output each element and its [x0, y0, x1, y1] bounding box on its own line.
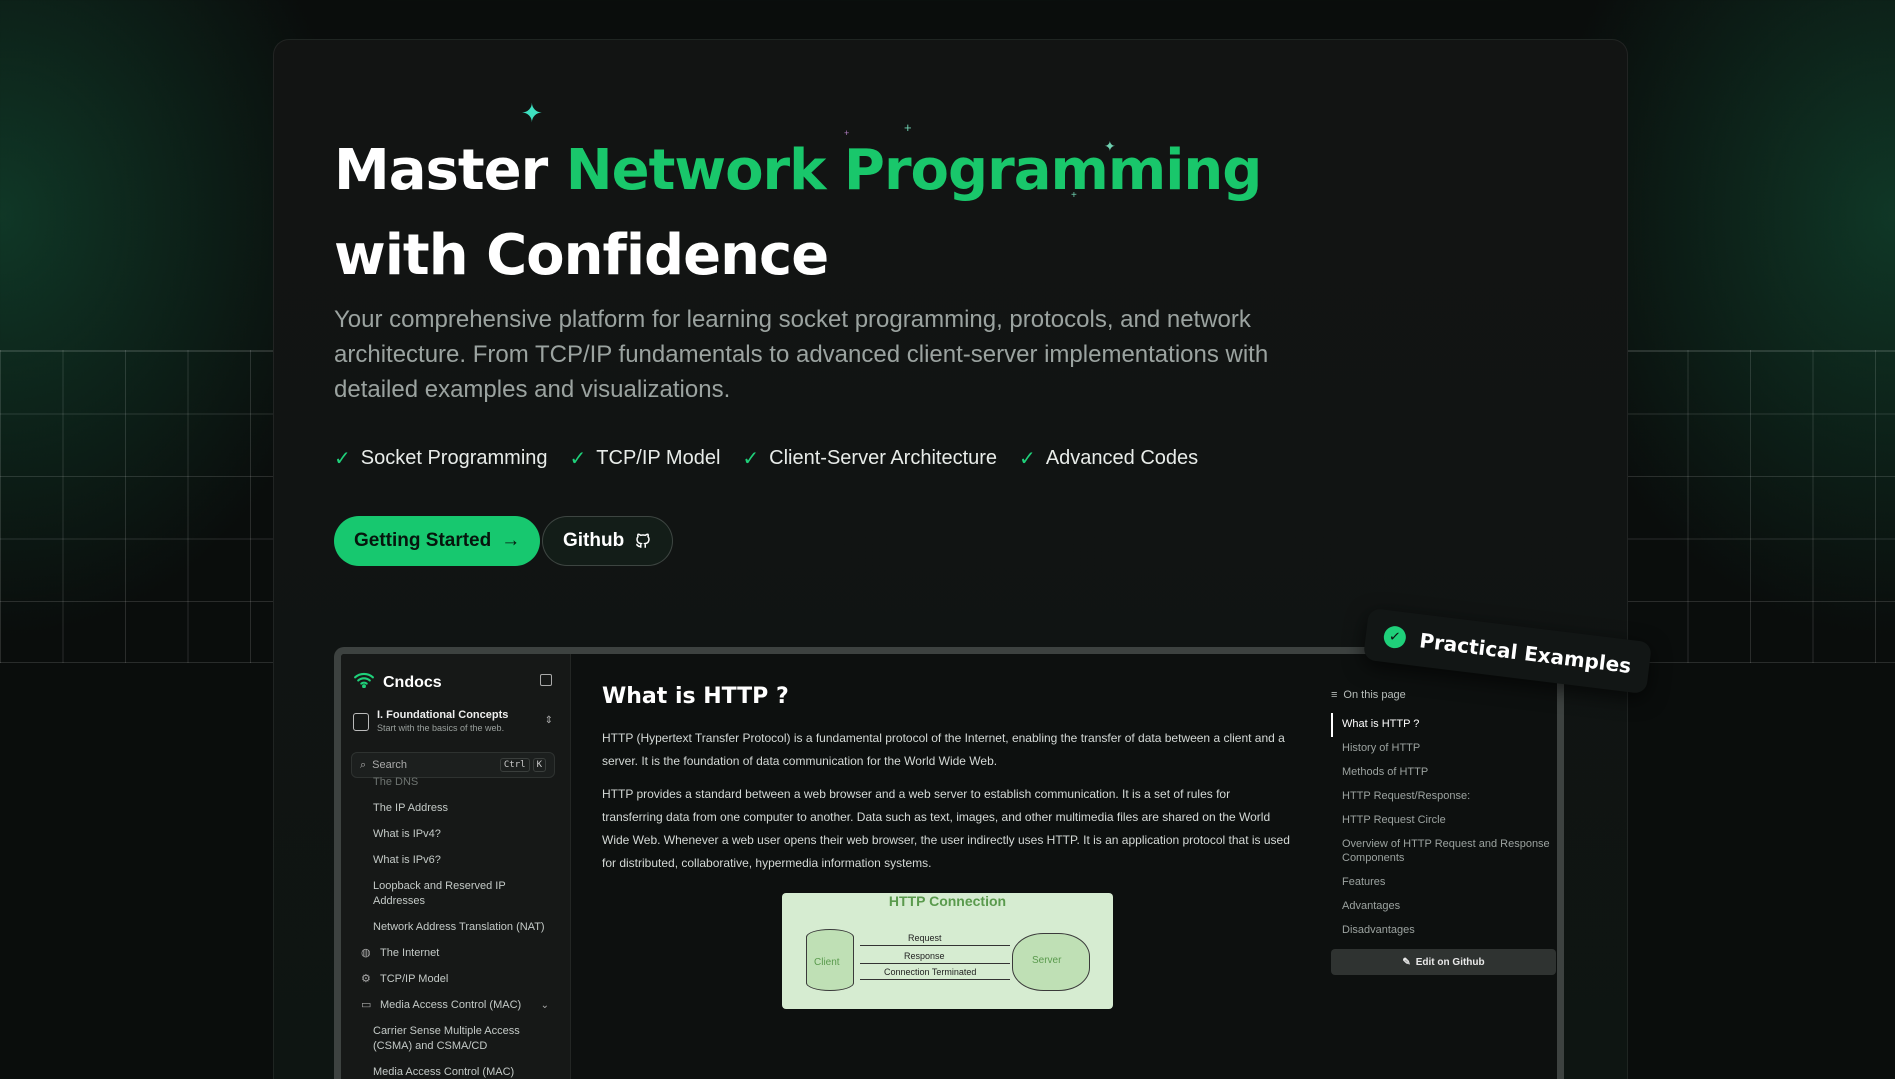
hero-title: Master Network Programming with Confiden…: [334, 128, 1263, 298]
edit-label: Edit on Github: [1415, 956, 1485, 968]
toc-item[interactable]: Disadvantages: [1331, 919, 1556, 943]
section-subtitle: Start with the basics of the web.: [377, 723, 505, 733]
table-of-contents: ≡ On this page What is HTTP ? History of…: [1331, 689, 1556, 975]
app-brand[interactable]: Cndocs: [353, 672, 442, 693]
sidebar-item-internet[interactable]: ◍ The Internet: [341, 941, 571, 967]
toc-item[interactable]: What is HTTP ?: [1331, 713, 1556, 737]
toc-item[interactable]: History of HTTP: [1331, 737, 1556, 761]
doc-paragraph: HTTP (Hypertext Transfer Protocol) is a …: [602, 731, 1285, 768]
feature-label: TCP/IP Model: [596, 447, 721, 469]
feature-label: Client-Server Architecture: [769, 447, 998, 469]
check-icon: ✓: [1019, 448, 1036, 470]
monitor-icon: ▭: [361, 999, 372, 1011]
toc-item[interactable]: Methods of HTTP: [1331, 761, 1556, 785]
toc-item[interactable]: Advantages: [1331, 895, 1556, 919]
sidebar-item[interactable]: The IP Address: [341, 796, 571, 822]
wifi-icon: [353, 672, 375, 693]
feature-item: ✓ Advanced Codes: [1019, 446, 1198, 471]
feature-item: ✓ TCP/IP Model: [570, 446, 721, 471]
arrow-right-icon: →: [501, 530, 521, 551]
server-label: Server: [1032, 955, 1062, 966]
feature-item: ✓ Client-Server Architecture: [742, 446, 997, 471]
sidebar-item[interactable]: Carrier Sense Multiple Access (CSMA) and…: [341, 1019, 571, 1060]
sidebar-item[interactable]: What is IPv6?: [341, 848, 571, 874]
feature-label: Advanced Codes: [1045, 447, 1199, 469]
sidebar-item[interactable]: Media Access Control (MAC): [341, 1060, 571, 1079]
sidebar-item-mac[interactable]: ▭ Media Access Control (MAC) ⌄: [341, 993, 571, 1019]
book-icon: [353, 713, 369, 731]
toc-item[interactable]: HTTP Request/Response:: [1331, 785, 1556, 809]
sidebar-item[interactable]: The DNS: [341, 770, 571, 796]
edit-icon: ✎: [1402, 956, 1411, 968]
doc-content: What is HTTP ? HTTP (Hypertext Transfer …: [572, 654, 1322, 1079]
toc-item[interactable]: Features: [1331, 871, 1556, 895]
github-button[interactable]: Github: [542, 516, 674, 566]
globe-icon: ◍: [361, 947, 371, 959]
doc-paragraph: HTTP provides a standard between a web b…: [602, 787, 1290, 870]
toc-header: ≡ On this page: [1331, 689, 1556, 701]
feature-label: Socket Programming: [360, 447, 548, 469]
sidebar-item-label: Media Access Control (MAC): [380, 999, 522, 1011]
sidebar-toggle-icon[interactable]: [540, 674, 552, 686]
getting-started-button[interactable]: Getting Started →: [334, 516, 541, 566]
response-label: Response: [904, 951, 945, 961]
terminated-label: Connection Terminated: [884, 967, 977, 977]
hero-subtitle: Your comprehensive platform for learning…: [334, 306, 1269, 403]
sidebar-item-label: The Internet: [380, 947, 440, 959]
terminated-arrow: [860, 979, 1010, 980]
sidebar-item[interactable]: What is IPv4?: [341, 822, 571, 848]
github-label: Github: [563, 530, 625, 551]
sidebar-item-tcpip[interactable]: ⚙ TCP/IP Model: [341, 967, 571, 993]
http-connection-diagram: HTTP Connection Client Server Request Re…: [782, 893, 1113, 1009]
sidebar-item[interactable]: Network Address Translation (NAT): [341, 915, 571, 941]
hero-title-line2: with Confidence: [334, 223, 829, 288]
docs-sidebar: Cndocs I. Foundational Concepts Start wi…: [341, 654, 571, 1079]
chevron-down-icon: ⌄: [540, 1000, 549, 1011]
section-selector[interactable]: I. Foundational Concepts Start with the …: [353, 709, 553, 733]
client-label: Client: [814, 957, 840, 968]
feature-item: ✓ Socket Programming: [334, 446, 548, 471]
github-icon: [636, 533, 650, 548]
check-icon: ✓: [569, 448, 587, 470]
sidebar-item[interactable]: Loopback and Reserved IP Addresses: [341, 874, 571, 915]
list-icon: ≡: [1331, 689, 1338, 701]
chevron-updown-icon: ⇕: [544, 715, 553, 726]
docs-preview-frame: Cndocs I. Foundational Concepts Start wi…: [334, 647, 1564, 1079]
sidebar-nav: The DNS The IP Address What is IPv4? Wha…: [341, 776, 571, 1079]
sparkle-icon: ✦: [521, 98, 543, 128]
edit-on-github-button[interactable]: ✎ Edit on Github: [1331, 949, 1556, 975]
toc-item[interactable]: Overview of HTTP Request and Response Co…: [1331, 833, 1556, 871]
toc-title: On this page: [1343, 689, 1406, 701]
section-title: I. Foundational Concepts: [377, 709, 509, 721]
feature-list: ✓ Socket Programming ✓ TCP/IP Model ✓ Clien…: [334, 446, 1198, 471]
check-icon: ✓: [334, 448, 351, 470]
hero-title-accent: Network Programming: [565, 138, 1263, 203]
network-icon: ⚙: [361, 973, 371, 985]
doc-title: What is HTTP ?: [602, 684, 789, 709]
diagram-title: HTTP Connection: [888, 893, 1007, 909]
hero-title-plain: Master: [334, 138, 548, 203]
request-arrow: [860, 945, 1010, 946]
check-circle-icon: ✓: [1382, 624, 1408, 650]
response-arrow: [860, 963, 1010, 964]
toc-item[interactable]: HTTP Request Circle: [1331, 809, 1556, 833]
request-label: Request: [908, 933, 942, 943]
check-icon: ✓: [742, 448, 760, 470]
hero-card: ✦ + ✦ + + Master Network Programming wit…: [273, 39, 1628, 1079]
getting-started-label: Getting Started: [354, 530, 492, 551]
sidebar-item-label: TCP/IP Model: [380, 973, 449, 985]
app-name: Cndocs: [383, 673, 442, 691]
